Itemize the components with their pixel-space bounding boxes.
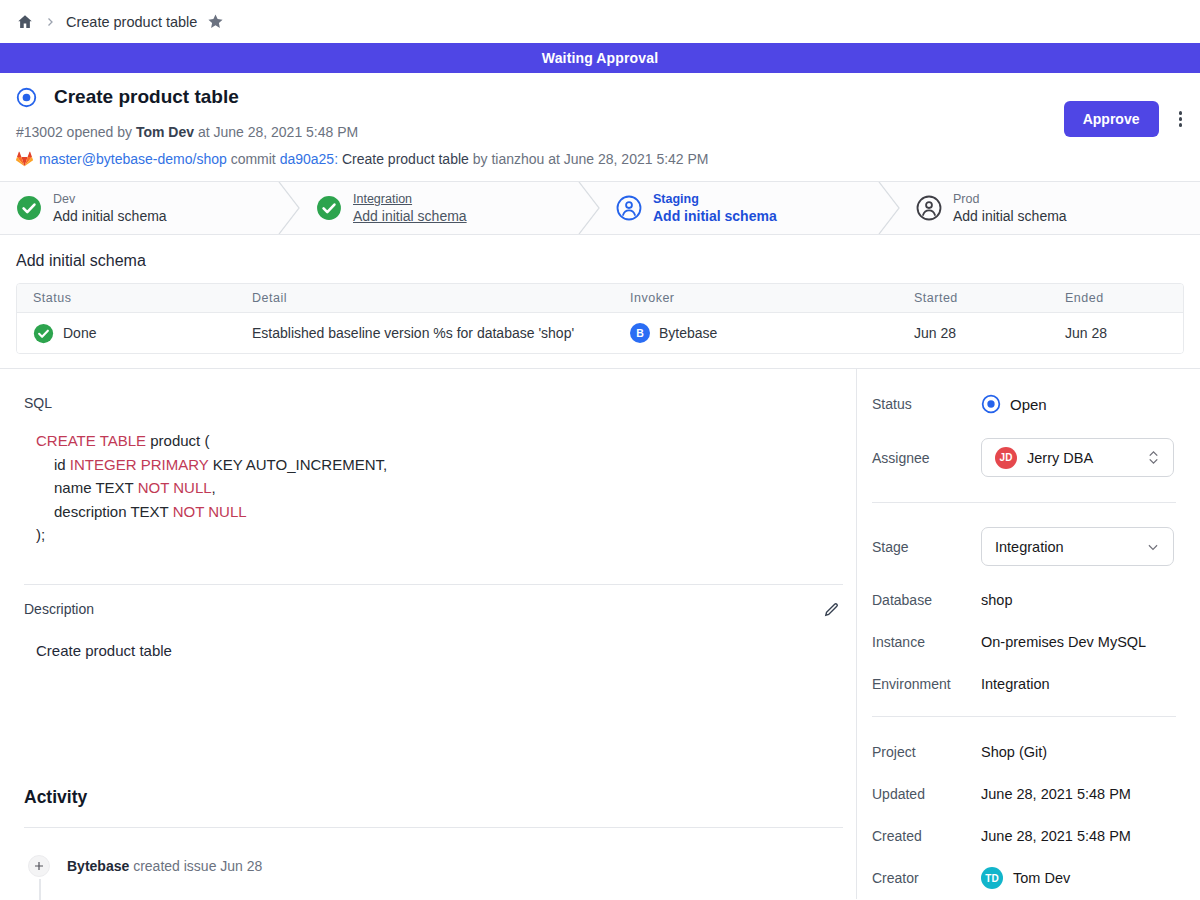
pipeline-stage-dev[interactable]: DevAdd initial schema: [0, 182, 278, 234]
description-label: Description: [24, 601, 94, 617]
issue-detail-pane: SQL CREATE TABLE product (id INTEGER PRI…: [0, 369, 857, 899]
project-row: ProjectShop (Git): [872, 744, 1176, 760]
approval-banner: Waiting Approval: [0, 43, 1200, 73]
assignee-label: Assignee: [872, 450, 981, 466]
status-label: Status: [872, 396, 981, 412]
stage-done-icon: [16, 195, 42, 221]
task-section: Add initial schema StatusDetailInvokerSt…: [0, 235, 1200, 368]
activity-item: Bytebase created issue Jun 28: [24, 855, 843, 877]
breadcrumb: Create product table: [0, 0, 1200, 43]
issue-meta: #13002 opened by Tom Dev at June 28, 202…: [16, 124, 1184, 140]
home-icon[interactable]: [16, 13, 34, 31]
environment-row: EnvironmentIntegration: [872, 676, 1176, 692]
task-table: StatusDetailInvokerStartedEndedDoneEstab…: [16, 283, 1184, 354]
select-chevron-down-icon: [1146, 540, 1160, 554]
gitlab-icon: [16, 151, 33, 167]
pipeline-stage-staging[interactable]: StagingAdd initial schema: [600, 182, 878, 234]
invoker-avatar: B: [630, 323, 650, 343]
instance-row: InstanceOn-premises Dev MySQL: [872, 634, 1176, 650]
assignee-avatar: JD: [995, 447, 1017, 469]
edit-description-icon[interactable]: [823, 601, 840, 618]
updated-row: UpdatedJune 28, 2021 5:48 PM: [872, 786, 1176, 802]
commit-hash-link[interactable]: da90a25: [280, 151, 335, 167]
activity-create-icon: [28, 855, 50, 877]
approve-button[interactable]: Approve: [1064, 101, 1159, 137]
approval-banner-text: Waiting Approval: [542, 50, 658, 66]
pipeline-stage-prod[interactable]: ProdAdd initial schema: [900, 182, 1200, 234]
commit-message: Create product table: [342, 151, 469, 167]
task-table-header: StatusDetailInvokerStartedEnded: [17, 284, 1183, 313]
assignee-select[interactable]: JD Jerry DBA: [981, 438, 1174, 477]
activity-title: Activity: [24, 787, 843, 808]
issue-sidebar: Status Open Assignee JD Jerry DBA Stage: [857, 369, 1200, 899]
database-row: Databaseshop: [872, 592, 1176, 608]
pipeline-stages: DevAdd initial schema IntegrationAdd init…: [0, 181, 1200, 235]
sql-code: CREATE TABLE product (id INTEGER PRIMARY…: [36, 429, 843, 547]
issue-title: Create product table: [54, 86, 239, 108]
stage-pending-icon: [916, 195, 942, 221]
breadcrumb-current: Create product table: [66, 14, 197, 30]
created-row: CreatedJune 28, 2021 5:48 PM: [872, 828, 1176, 844]
task-section-title: Add initial schema: [16, 252, 1184, 270]
creator-avatar: TD: [981, 867, 1003, 889]
status-open-icon: [981, 394, 1001, 414]
task-done-icon: [33, 323, 54, 344]
sql-label: SQL: [24, 395, 843, 411]
description-text: Create product table: [36, 642, 843, 659]
select-updown-icon: [1147, 450, 1160, 465]
commit-branch-link[interactable]: master@bytebase-demo/shop: [39, 151, 227, 167]
issue-open-icon: [16, 87, 37, 108]
stage-label: Stage: [872, 539, 981, 555]
status-value: Open: [981, 394, 1047, 414]
creator-value: TD Tom Dev: [981, 867, 1070, 889]
commit-line: master@bytebase-demo/shop commit da90a25…: [16, 151, 1184, 167]
pipeline-stage-integration[interactable]: IntegrationAdd initial schema: [300, 182, 578, 234]
stage-select[interactable]: Integration: [981, 527, 1174, 566]
issue-header: Create product table Approve #13002 open…: [0, 73, 1200, 181]
stage-pending-icon: [616, 195, 642, 221]
more-actions-icon[interactable]: [1177, 107, 1185, 131]
breadcrumb-chevron-icon: [44, 16, 56, 28]
creator-label: Creator: [872, 870, 981, 886]
task-row[interactable]: DoneEstablished baseline version %s for …: [17, 313, 1183, 353]
issue-author: Tom Dev: [136, 124, 194, 140]
favorite-star-icon[interactable]: [207, 13, 224, 30]
stage-done-icon: [316, 195, 342, 221]
